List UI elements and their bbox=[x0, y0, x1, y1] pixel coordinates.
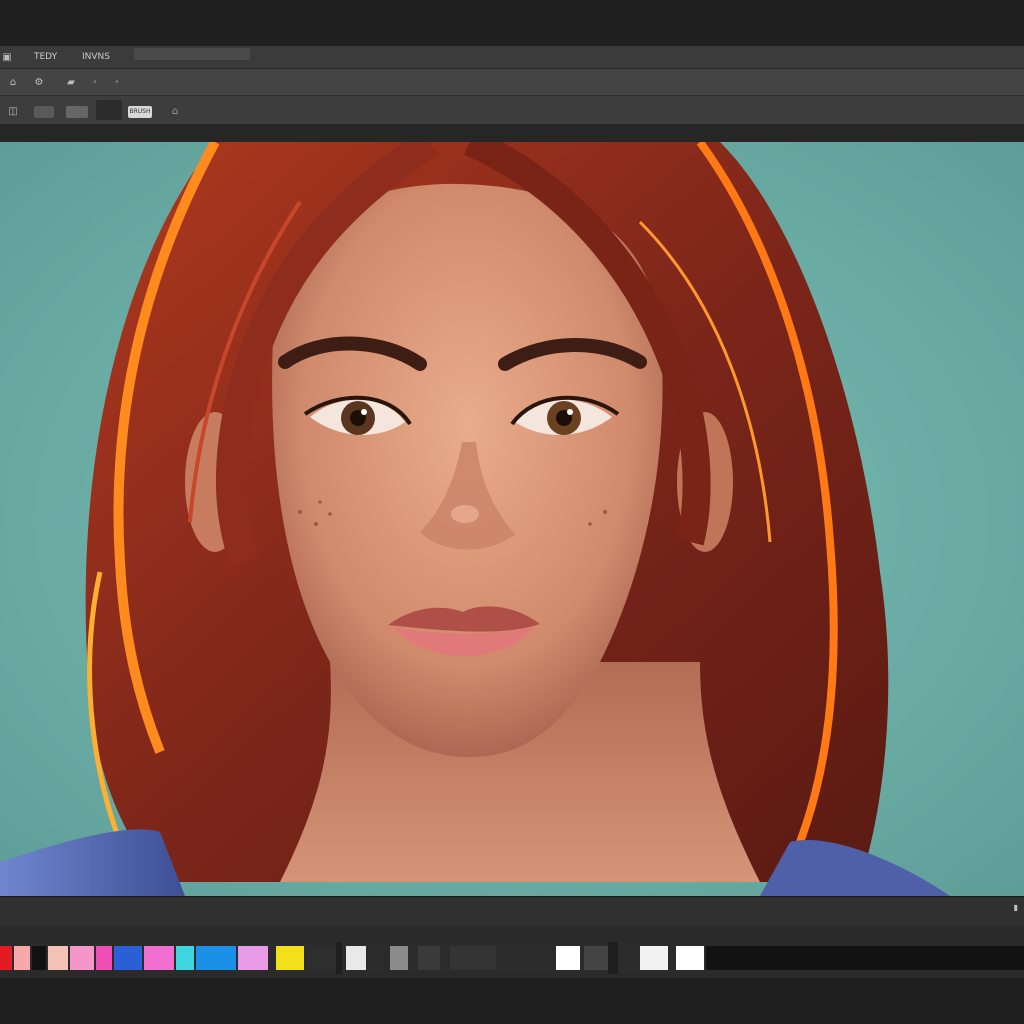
dot-icon[interactable]: • bbox=[86, 75, 104, 89]
canvas-frame bbox=[0, 124, 1024, 142]
dot-icon[interactable]: • bbox=[108, 75, 126, 89]
swatch[interactable] bbox=[176, 946, 194, 970]
mode-badge-label: BRUSH bbox=[129, 108, 151, 115]
folder-icon[interactable]: ▰ bbox=[62, 75, 80, 89]
mode-badge[interactable]: BRUSH bbox=[128, 106, 152, 118]
gear-icon[interactable]: ⚙ bbox=[30, 75, 48, 89]
swatch[interactable] bbox=[48, 946, 68, 970]
portrait-artwork bbox=[0, 142, 1024, 896]
swatch[interactable] bbox=[584, 946, 608, 970]
swatch[interactable] bbox=[450, 946, 496, 970]
swatch[interactable] bbox=[306, 946, 336, 970]
window-titlebar bbox=[0, 0, 1024, 46]
home-icon[interactable]: ⌂ bbox=[4, 75, 22, 89]
status-strip: ▮ bbox=[0, 896, 1024, 927]
swatch[interactable] bbox=[238, 946, 268, 970]
swatch[interactable] bbox=[346, 946, 366, 970]
bottom-panel: ▮ bbox=[0, 896, 1024, 1024]
swatch[interactable] bbox=[114, 946, 142, 970]
swatch[interactable] bbox=[276, 946, 304, 970]
swatch[interactable] bbox=[144, 946, 174, 970]
swatch[interactable] bbox=[32, 946, 46, 970]
preset-swatch[interactable] bbox=[96, 100, 122, 120]
brush-tool-icon[interactable]: ◫ bbox=[4, 104, 22, 118]
swatch[interactable] bbox=[418, 946, 440, 970]
panel-grip-icon[interactable]: ▮ bbox=[1014, 903, 1018, 912]
swatch[interactable] bbox=[0, 946, 12, 970]
swatch[interactable] bbox=[96, 946, 112, 970]
menu-item-2[interactable]: INVNS bbox=[82, 50, 110, 64]
footer-bar bbox=[0, 978, 1024, 1024]
palette-divider bbox=[608, 942, 618, 974]
document-tab[interactable] bbox=[134, 48, 250, 60]
canvas[interactable] bbox=[0, 142, 1024, 896]
swatch[interactable] bbox=[196, 946, 236, 970]
palette-divider bbox=[336, 942, 342, 974]
toolbar-primary: ⌂ ⚙ ▰ • • bbox=[0, 69, 1024, 96]
lock-icon[interactable]: ⌂ bbox=[166, 104, 184, 118]
opacity-field[interactable] bbox=[66, 106, 88, 118]
swatch[interactable] bbox=[390, 946, 408, 970]
swatch[interactable] bbox=[640, 946, 668, 970]
size-field[interactable] bbox=[34, 106, 54, 118]
swatch[interactable] bbox=[14, 946, 30, 970]
app-icon[interactable]: ▣ bbox=[0, 50, 14, 64]
swatch[interactable] bbox=[556, 946, 580, 970]
color-palette bbox=[0, 942, 1024, 974]
swatch[interactable] bbox=[676, 946, 704, 970]
palette-empty-area bbox=[706, 946, 1024, 970]
menu-item-1[interactable]: TEDY bbox=[34, 50, 57, 64]
swatch[interactable] bbox=[70, 946, 94, 970]
toolbar-options: ◫ BRUSH ⌂ bbox=[0, 96, 1024, 126]
